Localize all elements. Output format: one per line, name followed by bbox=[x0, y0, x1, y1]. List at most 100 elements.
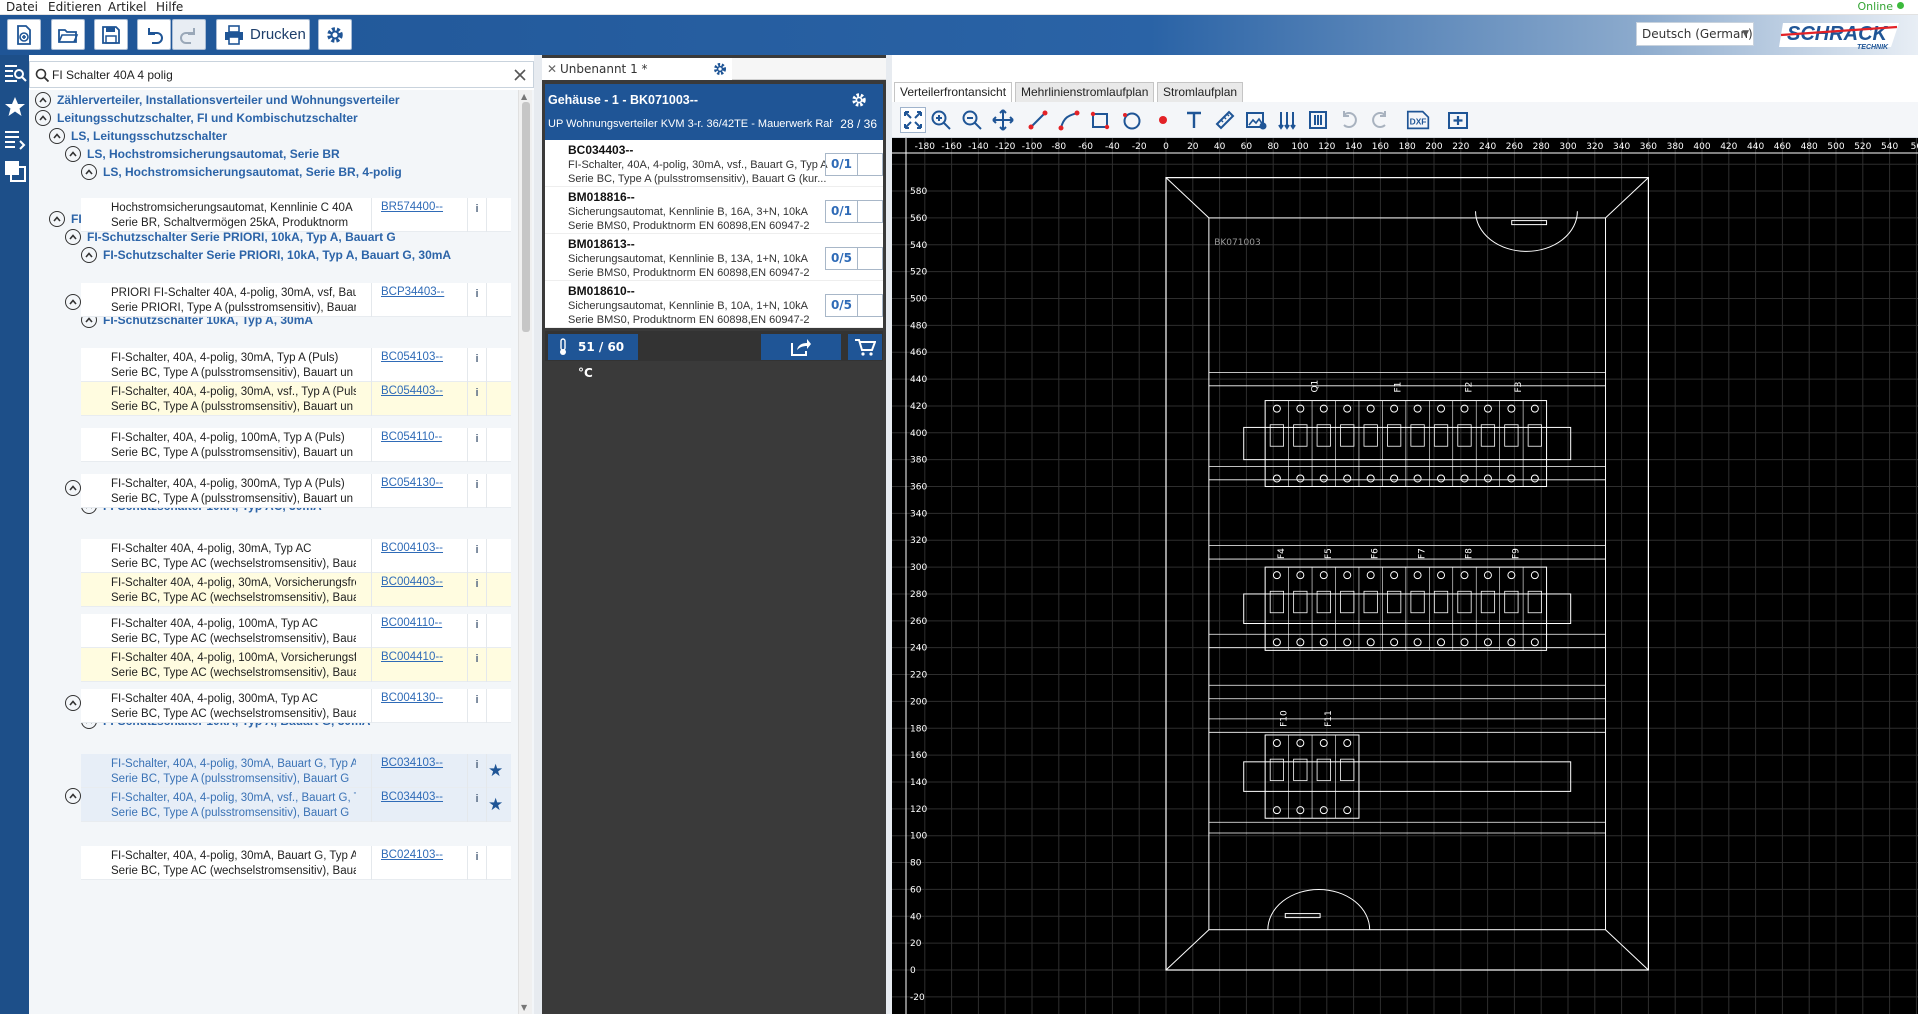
product-row-p9[interactable]: FI-Schalter 40A, 4-polig, 100mA, Typ AC S… bbox=[81, 614, 511, 648]
draw-line-button[interactable] bbox=[1025, 107, 1051, 133]
product-row-p10[interactable]: FI-Schalter 40A, 4-polig, 100mA, Vorsich… bbox=[81, 648, 511, 682]
tab-verteilerfrontansicht[interactable]: Verteilerfrontansicht bbox=[894, 82, 1013, 102]
search-input[interactable] bbox=[52, 65, 502, 84]
product-row-p12[interactable]: FI-Schalter, 40A, 4-polig, 30mA, Bauart … bbox=[81, 754, 511, 788]
article-code-link[interactable]: BC034403-- bbox=[381, 791, 443, 803]
zoom-out-button[interactable] bbox=[959, 107, 985, 133]
project-item[interactable]: BM018613-- Sicherungsautomat, Kennlinie B… bbox=[545, 234, 883, 281]
language-select[interactable]: Deutsch (German) ▼ bbox=[1636, 22, 1754, 46]
collapse-toggle-icon[interactable] bbox=[65, 480, 81, 496]
article-code-link[interactable]: BC004403-- bbox=[381, 576, 443, 588]
text-tool-button[interactable] bbox=[1181, 107, 1207, 133]
product-row-p5[interactable]: FI-Schalter, 40A, 4-polig, 100mA, Typ A … bbox=[81, 428, 511, 462]
list-add-icon[interactable] bbox=[3, 127, 27, 151]
article-code-link[interactable]: BC054130-- bbox=[381, 477, 443, 489]
new-project-button[interactable] bbox=[7, 19, 41, 50]
article-code-link[interactable]: BCP34403-- bbox=[381, 286, 444, 298]
article-code-link[interactable]: BC054103-- bbox=[381, 351, 443, 363]
quantity-field[interactable]: 0/1 bbox=[825, 153, 883, 176]
product-row-p13[interactable]: FI-Schalter, 40A, 4-polig, 30mA, vsf., B… bbox=[81, 788, 511, 822]
tree-node-n4[interactable]: LS, Hochstromsicherungsautomat, Serie BR bbox=[65, 145, 340, 163]
quantity-field[interactable]: 0/5 bbox=[825, 294, 883, 317]
temperature-badge[interactable]: 51 / 60 °C bbox=[548, 334, 638, 380]
zoom-fit-button[interactable] bbox=[900, 107, 926, 133]
add-to-cart-button[interactable] bbox=[848, 334, 882, 360]
tree-scrollbar-thumb[interactable] bbox=[522, 102, 530, 332]
tab-stromlaufplan[interactable]: Stromlaufplan bbox=[1157, 82, 1244, 102]
collapse-toggle-icon[interactable] bbox=[65, 229, 81, 245]
draw-polyline-button[interactable] bbox=[1056, 107, 1082, 133]
article-code-link[interactable]: BC034103-- bbox=[381, 757, 443, 769]
align-button[interactable] bbox=[1274, 107, 1300, 133]
menu-artikel[interactable]: Artikel bbox=[108, 0, 146, 14]
tree-scrollbar[interactable]: ▲ ▼ bbox=[518, 90, 532, 1014]
favorites-star-icon[interactable] bbox=[3, 95, 27, 119]
quantity-field[interactable]: 0/5 bbox=[825, 247, 883, 270]
draw-circle-button[interactable] bbox=[1119, 107, 1145, 133]
collapse-toggle-icon[interactable] bbox=[65, 294, 81, 310]
pan-button[interactable] bbox=[990, 107, 1016, 133]
scroll-down-icon[interactable]: ▼ bbox=[521, 1003, 527, 1012]
redo-button[interactable] bbox=[172, 19, 206, 50]
drawing-canvas[interactable]: -180 -160 -140 -120 -100 -80 -60 -40 -20 0 20 40 60 8… bbox=[892, 136, 1918, 1014]
print-button[interactable]: Drucken bbox=[216, 19, 310, 50]
scroll-up-icon[interactable]: ▲ bbox=[521, 92, 527, 101]
tree-node-n3[interactable]: LS, Leitungsschutzschalter bbox=[49, 127, 227, 145]
article-code-link[interactable]: BC054403-- bbox=[381, 385, 443, 397]
measure-button[interactable] bbox=[1212, 107, 1238, 133]
article-code-link[interactable]: BC004130-- bbox=[381, 692, 443, 704]
dxf-export-button[interactable]: DXF bbox=[1404, 107, 1434, 133]
draw-rectangle-button[interactable] bbox=[1087, 107, 1113, 133]
collapse-toggle-icon[interactable] bbox=[65, 695, 81, 711]
article-code-link[interactable]: BC004103-- bbox=[381, 542, 443, 554]
settings-button[interactable] bbox=[318, 19, 352, 50]
panel-divider[interactable] bbox=[534, 55, 542, 1014]
menu-hilfe[interactable]: Hilfe bbox=[156, 0, 183, 14]
clear-search-icon[interactable] bbox=[513, 68, 527, 82]
product-row-p6[interactable]: FI-Schalter, 40A, 4-polig, 300mA, Typ A … bbox=[81, 474, 511, 508]
collapse-toggle-icon[interactable] bbox=[35, 92, 51, 108]
product-row-p1[interactable]: Hochstromsicherungsautomat, Kennlinie C … bbox=[81, 198, 511, 232]
copy-windows-icon[interactable] bbox=[3, 159, 27, 183]
article-code-link[interactable]: BR574400-- bbox=[381, 201, 443, 213]
tab-settings-gear-icon[interactable] bbox=[712, 61, 728, 77]
tree-node-n8[interactable]: FI-Schutzschalter Serie PRIORI, 10kA, Ty… bbox=[81, 246, 451, 264]
product-row-p7[interactable]: FI-Schalter 40A, 4-polig, 30mA, Typ AC Se… bbox=[81, 539, 511, 573]
close-tab-icon[interactable]: ✕ bbox=[547, 58, 557, 80]
collapse-toggle-icon[interactable] bbox=[49, 211, 65, 227]
zoom-in-button[interactable] bbox=[928, 107, 954, 133]
tab-mehrlinienstromlaufplan[interactable]: Mehrlinienstromlaufplan bbox=[1015, 82, 1155, 102]
product-row-p3[interactable]: FI-Schalter, 40A, 4-polig, 30mA, Typ A (… bbox=[81, 348, 511, 382]
product-row-p4[interactable]: FI-Schalter, 40A, 4-polig, 30mA, vsf., T… bbox=[81, 382, 511, 416]
menu-datei[interactable]: Datei bbox=[6, 0, 38, 14]
product-row-p2[interactable]: PRIORI FI-Schalter 40A, 4-polig, 30mA, v… bbox=[81, 283, 511, 317]
add-view-button[interactable] bbox=[1445, 107, 1471, 133]
favorite-star-icon[interactable]: ★ bbox=[488, 762, 503, 779]
project-item[interactable]: BM018816-- Sicherungsautomat, Kennlinie B… bbox=[545, 187, 883, 234]
collapse-toggle-icon[interactable] bbox=[81, 164, 97, 180]
tree-node-n5[interactable]: LS, Hochstromsicherungsautomat, Serie BR… bbox=[81, 163, 402, 181]
tab-unbenannt[interactable]: ✕ Unbenannt 1 * bbox=[542, 58, 732, 80]
quantity-field[interactable]: 0/1 bbox=[825, 200, 883, 223]
enclosure-settings-gear-icon[interactable] bbox=[850, 91, 868, 109]
rotate-left-button[interactable] bbox=[1336, 107, 1362, 133]
module-grid-button[interactable] bbox=[1305, 107, 1331, 133]
catalog-search-icon[interactable] bbox=[3, 61, 27, 85]
article-code-link[interactable]: BC024103-- bbox=[381, 849, 443, 861]
article-code-link[interactable]: BC004110-- bbox=[381, 617, 442, 629]
tree-node-n1[interactable]: Zählerverteiler, Installationsverteiler … bbox=[35, 91, 400, 109]
rotate-right-button[interactable] bbox=[1367, 107, 1393, 133]
collapse-toggle-icon[interactable] bbox=[49, 128, 65, 144]
project-item[interactable]: BC034403-- FI-Schalter, 40A, 4-polig, 30m… bbox=[545, 140, 883, 187]
draw-point-button[interactable] bbox=[1150, 107, 1176, 133]
collapse-toggle-icon[interactable] bbox=[35, 110, 51, 126]
collapse-toggle-icon[interactable] bbox=[81, 247, 97, 263]
article-code-link[interactable]: BC054110-- bbox=[381, 431, 442, 443]
product-row-p8[interactable]: FI-Schalter 40A, 4-polig, 30mA, Vorsiche… bbox=[81, 573, 511, 607]
export-button[interactable] bbox=[761, 334, 841, 360]
product-row-p14[interactable]: FI-Schalter, 40A, 4-polig, 30mA, Bauart … bbox=[81, 846, 511, 880]
favorite-star-icon[interactable]: ★ bbox=[488, 796, 503, 813]
collapse-toggle-icon[interactable] bbox=[65, 788, 81, 804]
menu-editieren[interactable]: Editieren bbox=[48, 0, 102, 14]
cad-front-view[interactable]: -180 -160 -140 -120 -100 -80 -60 -40 -20 0 20 40 60 8… bbox=[892, 136, 1918, 1014]
